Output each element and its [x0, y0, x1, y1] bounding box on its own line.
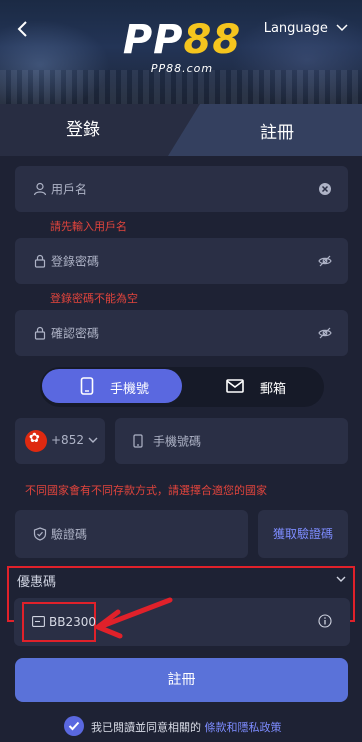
agreement-text: 我已閱讀並同意相關的 — [91, 721, 205, 734]
agreement-row: 我已閱讀並同意相關的 條款和隱私政策 — [64, 716, 354, 736]
username-field[interactable]: 用戶名 — [15, 166, 348, 212]
phone-tab[interactable]: 手機號 — [42, 369, 182, 403]
language-label: Language — [263, 21, 328, 36]
phone-tab-label: 手機號 — [110, 382, 150, 397]
password-placeholder: 登錄密碼 — [51, 254, 100, 269]
eye-off-icon[interactable] — [318, 326, 332, 340]
auth-tabs: 登錄 註冊 — [0, 104, 362, 156]
ticket-icon — [32, 616, 45, 627]
password-field[interactable]: 登錄密碼 — [15, 238, 348, 284]
register-button[interactable]: 註冊 — [15, 658, 348, 702]
contact-method-toggle: 手機號 郵箱 — [40, 367, 324, 407]
phone-icon — [80, 377, 94, 395]
chevron-down-icon — [336, 24, 348, 32]
eye-off-icon[interactable] — [318, 254, 332, 268]
user-icon — [33, 182, 47, 196]
phone-number-field[interactable]: 手機號碼 — [115, 418, 348, 464]
country-code-value: +852 — [51, 433, 84, 447]
confirm-password-field[interactable]: 確認密碼 — [15, 310, 348, 356]
get-code-button[interactable]: 獲取驗證碼 — [258, 510, 348, 558]
verification-code-field[interactable]: 驗證碼 — [15, 510, 248, 558]
email-tab[interactable]: 郵箱 — [190, 369, 320, 403]
chevron-down-icon[interactable] — [335, 573, 347, 585]
phone-icon — [133, 434, 143, 448]
phone-placeholder: 手機號碼 — [153, 434, 202, 449]
country-code-select[interactable]: ✿ +852 — [15, 418, 105, 464]
terms-link[interactable]: 條款和隱私政策 — [205, 721, 282, 734]
mail-icon — [226, 379, 244, 393]
agree-checkbox[interactable] — [64, 716, 84, 736]
lock-icon — [34, 326, 46, 340]
username-placeholder: 用戶名 — [51, 182, 88, 197]
tab-register[interactable]: 註冊 — [168, 104, 362, 156]
country-note: 不同國家會有不同存款方式，請選擇合適您的國家 — [25, 484, 267, 497]
confirm-password-placeholder: 確認密碼 — [51, 326, 100, 341]
verification-code-placeholder: 驗證碼 — [51, 527, 88, 542]
red-arrow — [95, 597, 173, 639]
shield-check-icon — [33, 527, 47, 541]
clear-icon[interactable] — [318, 182, 332, 196]
promo-title: 優惠碼 — [17, 575, 57, 590]
email-tab-label: 郵箱 — [260, 382, 287, 397]
check-icon — [68, 721, 80, 731]
pp88-logo: PP88 PP88.com — [122, 17, 242, 75]
hk-flag-icon: ✿ — [25, 430, 47, 452]
chevron-down-icon — [88, 437, 98, 443]
info-icon[interactable] — [318, 614, 332, 628]
language-selector[interactable]: Language — [264, 21, 348, 36]
lock-icon — [34, 254, 46, 268]
username-error: 請先輸入用戶名 — [50, 220, 127, 233]
promo-code-value: BB2300 — [49, 615, 97, 629]
tab-login[interactable]: 登錄 — [0, 104, 200, 156]
back-icon[interactable] — [14, 18, 32, 40]
password-error: 登錄密碼不能為空 — [50, 292, 138, 305]
